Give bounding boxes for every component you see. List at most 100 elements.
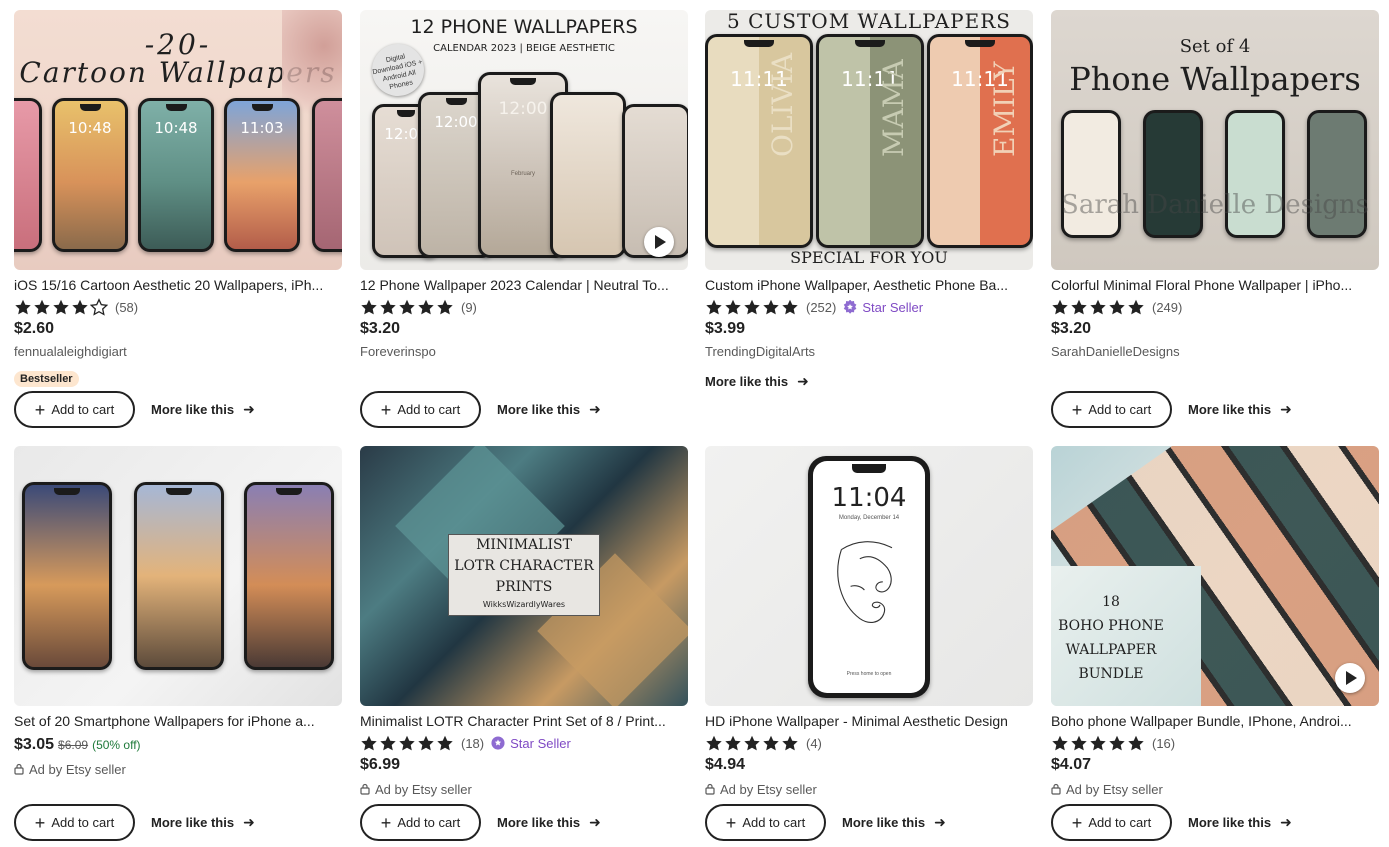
more-like-this-label: More like this xyxy=(497,402,581,417)
add-to-cart-button[interactable]: + Add to cart xyxy=(1051,804,1172,841)
review-count: (249) xyxy=(1152,299,1183,315)
product-title[interactable]: Custom iPhone Wallpaper, Aesthetic Phone… xyxy=(705,276,1033,294)
star-icon xyxy=(743,734,762,752)
image-text: Set of 4 xyxy=(1179,36,1251,57)
star-icon xyxy=(398,734,417,752)
play-icon[interactable] xyxy=(1335,663,1365,693)
product-image[interactable]: -20- Cartoon Wallpapers 10:48 10:48 11:0… xyxy=(14,10,342,270)
star-icon xyxy=(1089,298,1108,316)
phone-mockup: 10:48 xyxy=(52,98,128,252)
star-icon xyxy=(1070,298,1089,316)
card-actions: + Add to cart More like this ➜ xyxy=(705,804,946,841)
arrow-right-icon: ➜ xyxy=(934,814,946,830)
star-icon xyxy=(436,734,455,752)
product-image[interactable]: MINIMALIST LOTR CHARACTER PRINTS WikksWi… xyxy=(360,446,688,706)
card-actions: + Add to cart More like this ➜ xyxy=(14,391,255,428)
star-icon xyxy=(1108,734,1127,752)
product-image[interactable]: 18 BOHO PHONE WALLPAPER BUNDLE xyxy=(1051,446,1379,706)
price-row: $3.05 $6.09 (50% off) xyxy=(14,736,342,758)
add-to-cart-button[interactable]: + Add to cart xyxy=(1051,391,1172,428)
price: $2.60 xyxy=(14,320,55,337)
image-text: LOTR CHARACTER xyxy=(454,558,594,574)
star-seller-label: Star Seller xyxy=(843,300,923,315)
shop-name[interactable]: SarahDanielleDesigns xyxy=(1051,344,1379,362)
price: $4.07 xyxy=(1051,756,1092,773)
phone-mockup xyxy=(550,92,626,258)
more-like-this-label: More like this xyxy=(1188,402,1272,417)
shop-name[interactable]: fennualaleighdigiart xyxy=(14,344,342,362)
product-card[interactable]: 11:04 Monday, December 14 Press home to … xyxy=(705,446,1033,841)
shop-name[interactable]: Foreverinspo xyxy=(360,344,688,362)
more-like-this-label: More like this xyxy=(705,374,789,389)
add-to-cart-button[interactable]: + Add to cart xyxy=(14,391,135,428)
more-like-this-link[interactable]: More like this ➜ xyxy=(497,814,601,831)
card-actions: + Add to cart More like this ➜ xyxy=(1051,391,1292,428)
star-rating xyxy=(360,298,455,316)
product-image[interactable]: 12 PHONE WALLPAPERS CALENDAR 2023 | BEIG… xyxy=(360,10,688,270)
star-icon xyxy=(1070,734,1089,752)
more-like-this-link[interactable]: More like this ➜ xyxy=(1188,401,1292,418)
add-to-cart-button[interactable]: + Add to cart xyxy=(360,391,481,428)
product-image[interactable] xyxy=(14,446,342,706)
card-actions: More like this ➜ xyxy=(705,373,809,390)
product-card[interactable]: Set of 20 Smartphone Wallpapers for iPho… xyxy=(14,446,342,841)
product-title[interactable]: Set of 20 Smartphone Wallpapers for iPho… xyxy=(14,712,342,730)
ad-label: Ad by Etsy seller xyxy=(705,780,1033,798)
discount-label: (50% off) xyxy=(92,738,141,752)
add-to-cart-label: Add to cart xyxy=(51,402,115,417)
product-title[interactable]: Minimalist LOTR Character Print Set of 8… xyxy=(360,712,688,730)
product-image[interactable]: 5 CUSTOM WALLPAPERS SPECIAL FOR YOU 11:1… xyxy=(705,10,1033,270)
star-icon xyxy=(781,734,800,752)
add-to-cart-button[interactable]: + Add to cart xyxy=(360,804,481,841)
add-to-cart-button[interactable]: + Add to cart xyxy=(705,804,826,841)
rating-row: (249) xyxy=(1051,297,1379,317)
arrow-right-icon: ➜ xyxy=(243,401,255,417)
product-card[interactable]: 18 BOHO PHONE WALLPAPER BUNDLE Boho phon… xyxy=(1051,446,1379,841)
price: $4.94 xyxy=(705,756,746,773)
add-to-cart-button[interactable]: + Add to cart xyxy=(14,804,135,841)
product-title[interactable]: iOS 15/16 Cartoon Aesthetic 20 Wallpaper… xyxy=(14,276,342,294)
star-icon xyxy=(417,734,436,752)
product-card[interactable]: MINIMALIST LOTR CHARACTER PRINTS WikksWi… xyxy=(360,446,688,841)
star-icon xyxy=(379,298,398,316)
ad-icon xyxy=(14,763,24,775)
product-card[interactable]: 5 CUSTOM WALLPAPERS SPECIAL FOR YOU 11:1… xyxy=(705,10,1033,389)
product-title[interactable]: 12 Phone Wallpaper 2023 Calendar | Neutr… xyxy=(360,276,688,294)
star-icon xyxy=(724,734,743,752)
more-like-this-link[interactable]: More like this ➜ xyxy=(151,401,255,418)
image-text: SPECIAL FOR YOU xyxy=(790,248,948,267)
add-to-cart-label: Add to cart xyxy=(742,815,806,830)
product-card[interactable]: -20- Cartoon Wallpapers 10:48 10:48 11:0… xyxy=(14,10,342,428)
review-count: (4) xyxy=(806,735,822,751)
plus-icon: + xyxy=(725,812,737,833)
product-image[interactable]: 11:04 Monday, December 14 Press home to … xyxy=(705,446,1033,706)
plus-icon: + xyxy=(380,812,392,833)
play-icon[interactable] xyxy=(644,227,674,257)
product-title[interactable]: Colorful Minimal Floral Phone Wallpaper … xyxy=(1051,276,1379,294)
more-like-this-link[interactable]: More like this ➜ xyxy=(497,401,601,418)
star-icon xyxy=(1108,298,1127,316)
original-price: $6.09 xyxy=(58,738,89,752)
product-title[interactable]: Boho phone Wallpaper Bundle, IPhone, And… xyxy=(1051,712,1379,730)
star-icon xyxy=(724,298,743,316)
add-to-cart-label: Add to cart xyxy=(51,815,115,830)
bestseller-badge: Bestseller xyxy=(14,371,79,387)
shop-name[interactable]: TrendingDigitalArts xyxy=(705,344,1033,362)
more-like-this-link[interactable]: More like this ➜ xyxy=(1188,814,1292,831)
ad-icon xyxy=(360,783,370,795)
product-title[interactable]: HD iPhone Wallpaper - Minimal Aesthetic … xyxy=(705,712,1033,730)
star-icon xyxy=(33,298,52,316)
star-icon xyxy=(71,298,90,316)
more-like-this-link[interactable]: More like this ➜ xyxy=(705,373,809,390)
rating-row: (252) Star Seller xyxy=(705,297,1033,317)
price: $3.20 xyxy=(1051,320,1092,337)
product-card[interactable]: Set of 4 Phone Wallpapers Sarah Danielle… xyxy=(1051,10,1379,428)
product-image[interactable]: Set of 4 Phone Wallpapers Sarah Danielle… xyxy=(1051,10,1379,270)
more-like-this-label: More like this xyxy=(1188,815,1272,830)
more-like-this-link[interactable]: More like this ➜ xyxy=(151,814,255,831)
star-rating xyxy=(1051,298,1146,316)
product-card[interactable]: 12 PHONE WALLPAPERS CALENDAR 2023 | BEIG… xyxy=(360,10,688,428)
watermark: WikksWizardlyWares xyxy=(482,600,566,609)
ad-label: Ad by Etsy seller xyxy=(14,760,342,778)
more-like-this-link[interactable]: More like this ➜ xyxy=(842,814,946,831)
